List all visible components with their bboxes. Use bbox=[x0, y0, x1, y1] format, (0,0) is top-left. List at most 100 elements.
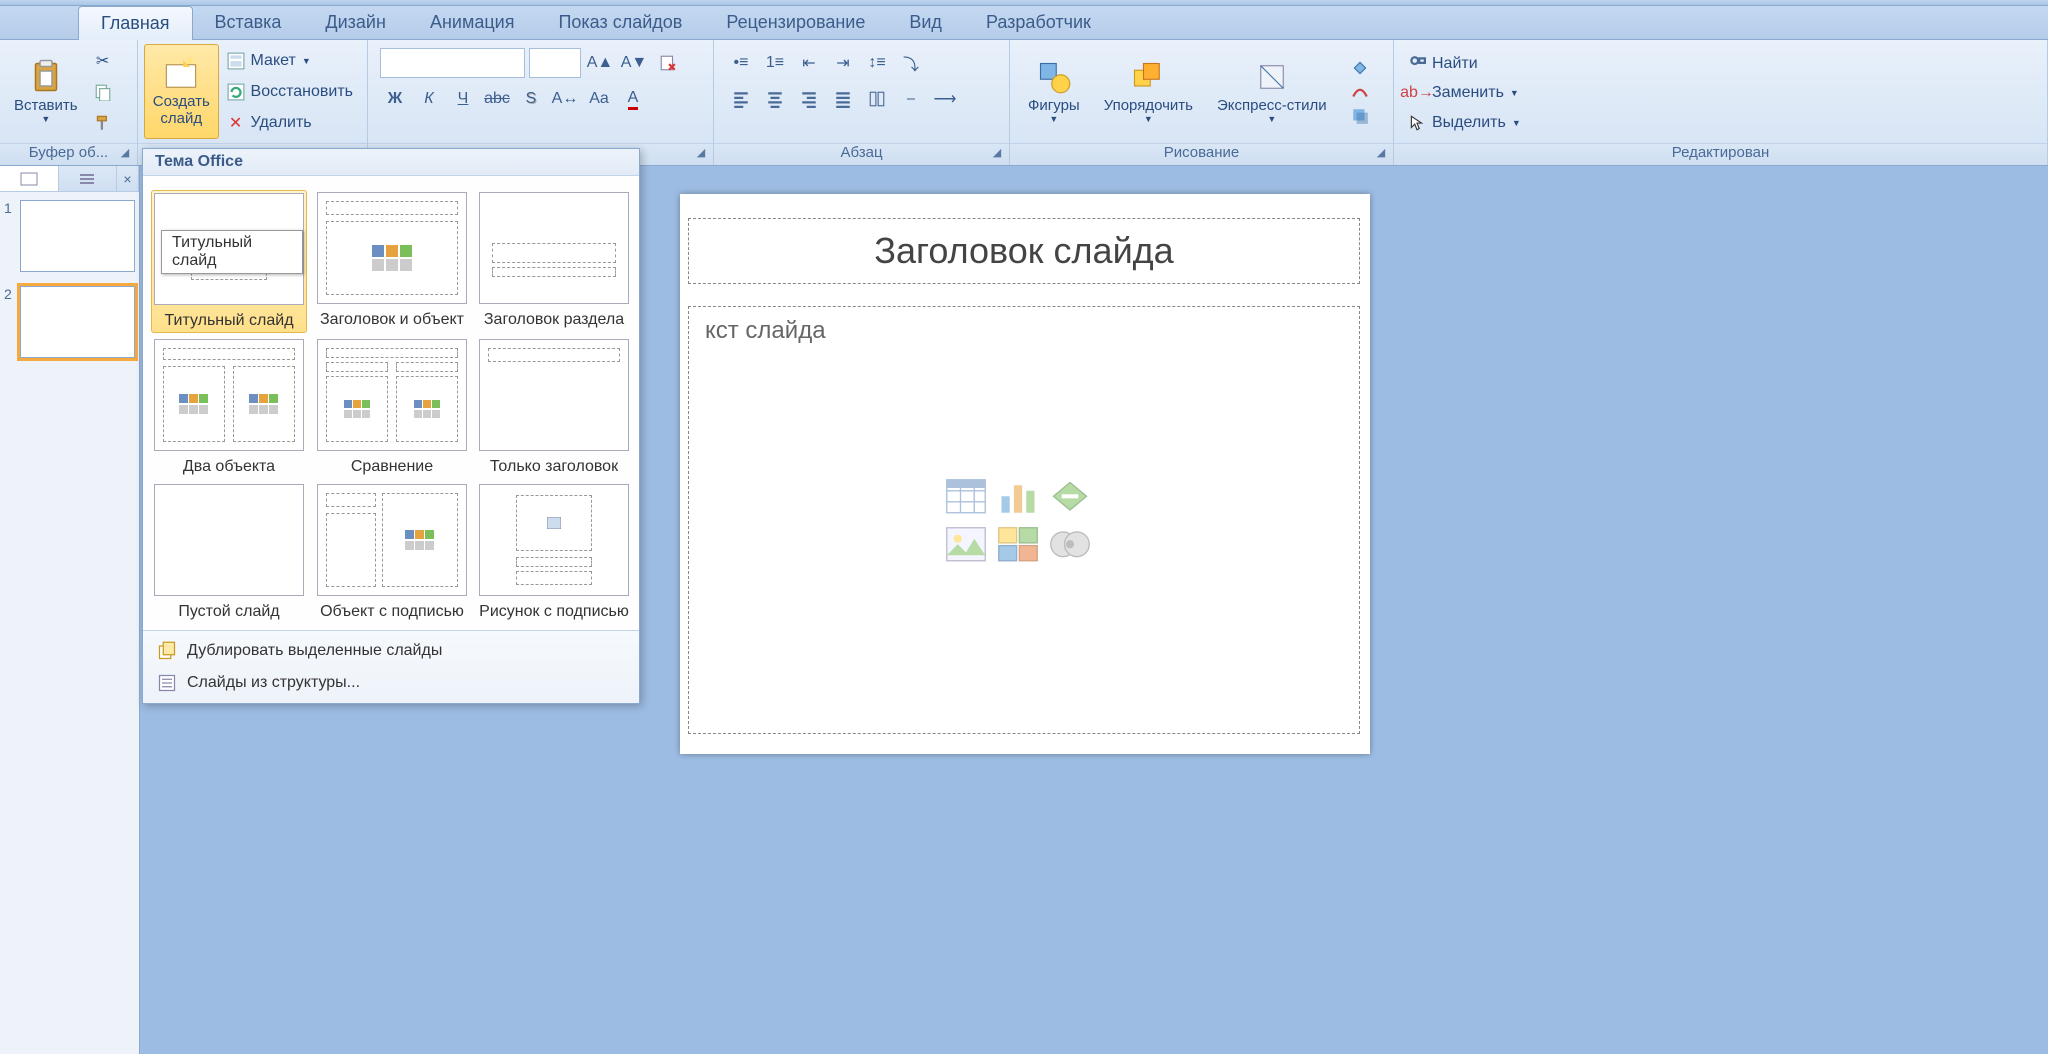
align-center-button[interactable] bbox=[760, 84, 790, 114]
underline-button[interactable]: Ч bbox=[448, 84, 478, 114]
shape-effects-icon bbox=[1351, 107, 1369, 125]
insert-clipart-icon[interactable] bbox=[996, 524, 1040, 564]
clear-format-button[interactable] bbox=[653, 48, 683, 78]
drawing-launcher[interactable]: ◢ bbox=[1373, 146, 1389, 162]
new-slide-label: Создать слайд bbox=[153, 94, 210, 127]
insert-chart-icon[interactable] bbox=[996, 476, 1040, 516]
group-editing: Найти ab→Заменить ▼ Выделить ▼ Редактиро… bbox=[1394, 40, 2048, 165]
tab-design[interactable]: Дизайн bbox=[303, 6, 408, 39]
text-direction-button[interactable]: ⤵ bbox=[896, 48, 926, 78]
paragraph-group-label: Абзац◢ bbox=[714, 143, 1009, 165]
cut-button[interactable]: ✂ bbox=[90, 50, 116, 72]
tab-home[interactable]: Главная bbox=[78, 6, 193, 40]
title-text: Заголовок слайда bbox=[874, 230, 1173, 272]
shape-outline-button[interactable] bbox=[1347, 81, 1373, 103]
tab-developer[interactable]: Разработчик bbox=[964, 6, 1113, 39]
columns-button[interactable] bbox=[862, 84, 892, 114]
slide-thumb-1[interactable]: 1 bbox=[4, 200, 135, 272]
tab-view[interactable]: Вид bbox=[887, 6, 964, 39]
group-drawing: Фигуры▼ Упорядочить▼ Экспресс-стили▼ Рис… bbox=[1010, 40, 1394, 165]
bullets-button[interactable]: •≡ bbox=[726, 48, 756, 78]
grow-font-button[interactable]: A▲ bbox=[585, 48, 615, 78]
layout-title-only[interactable]: Только заголовок bbox=[477, 337, 631, 478]
bold-button[interactable]: Ж bbox=[380, 84, 410, 114]
panel-tab-outline[interactable] bbox=[59, 166, 118, 191]
delete-slide-button[interactable]: ✕Удалить bbox=[223, 112, 357, 134]
delete-icon: ✕ bbox=[227, 114, 245, 132]
shrink-font-button[interactable]: A▼ bbox=[619, 48, 649, 78]
paste-button[interactable]: Вставить ▼ bbox=[6, 44, 86, 139]
layout-content-caption[interactable]: Объект с подписью bbox=[315, 482, 469, 623]
select-button[interactable]: Выделить ▼ bbox=[1404, 112, 1525, 134]
slides-from-outline-menuitem[interactable]: Слайды из структуры... bbox=[143, 667, 639, 699]
format-painter-button[interactable] bbox=[90, 112, 116, 134]
shape-effects-button[interactable] bbox=[1347, 105, 1373, 127]
layout-button[interactable]: Макет ▼ bbox=[223, 50, 357, 72]
quickstyles-icon bbox=[1254, 59, 1290, 95]
body-placeholder[interactable]: кст слайда bbox=[688, 306, 1360, 734]
clipboard-launcher[interactable]: ◢ bbox=[117, 146, 133, 162]
insert-picture-icon[interactable] bbox=[944, 524, 988, 564]
replace-button[interactable]: ab→Заменить ▼ bbox=[1404, 82, 1525, 104]
text-direction-icon: ⤵ bbox=[903, 51, 919, 75]
slide-thumb-2[interactable]: 2 bbox=[4, 286, 135, 358]
align-justify-button[interactable] bbox=[828, 84, 858, 114]
decrease-indent-icon: ⇤ bbox=[802, 53, 815, 73]
title-placeholder[interactable]: Заголовок слайда bbox=[688, 218, 1360, 284]
smartart-icon: ⟶ bbox=[934, 89, 957, 109]
align-right-button[interactable] bbox=[794, 84, 824, 114]
layout-picture-caption[interactable]: Рисунок с подписью bbox=[477, 482, 631, 623]
layout-tooltip: Титульный слайд bbox=[161, 230, 303, 274]
reset-button[interactable]: Восстановить bbox=[223, 81, 357, 103]
layout-two-content[interactable]: Два объекта bbox=[151, 337, 307, 478]
numbering-button[interactable]: 1≡ bbox=[760, 48, 790, 78]
layout-label-4: Сравнение bbox=[351, 457, 433, 476]
shadow-button[interactable]: S bbox=[516, 84, 546, 114]
char-spacing-button[interactable]: A↔ bbox=[550, 84, 580, 114]
layout-title-slide[interactable]: Титульный слайд Титульный слайд bbox=[151, 190, 307, 333]
align-left-button[interactable] bbox=[726, 84, 756, 114]
tab-review[interactable]: Рецензирование bbox=[704, 6, 887, 39]
duplicate-slides-menuitem[interactable]: Дублировать выделенные слайды bbox=[143, 635, 639, 667]
line-spacing-button[interactable]: ↕≡ bbox=[862, 48, 892, 78]
panel-tab-slides[interactable] bbox=[0, 166, 59, 191]
italic-button[interactable]: К bbox=[414, 84, 444, 114]
paragraph-launcher[interactable]: ◢ bbox=[989, 146, 1005, 162]
decrease-indent-button[interactable]: ⇤ bbox=[794, 48, 824, 78]
new-slide-icon bbox=[163, 56, 199, 92]
layout-comparison[interactable]: Сравнение bbox=[315, 337, 469, 478]
tab-slideshow[interactable]: Показ слайдов bbox=[536, 6, 704, 39]
arrange-button[interactable]: Упорядочить▼ bbox=[1096, 55, 1201, 128]
layout-title-content[interactable]: Заголовок и объект bbox=[315, 190, 469, 333]
tab-animation[interactable]: Анимация bbox=[408, 6, 537, 39]
shape-fill-button[interactable] bbox=[1347, 57, 1373, 79]
layout-section-header[interactable]: Заголовок раздела bbox=[477, 190, 631, 333]
panel-close[interactable]: × bbox=[117, 166, 139, 191]
layout-label-2: Заголовок раздела bbox=[484, 310, 624, 329]
drawing-group-label: Рисование◢ bbox=[1010, 143, 1393, 165]
gallery-footer: Дублировать выделенные слайды Слайды из … bbox=[143, 630, 639, 703]
align-text-button[interactable]: ⎯ bbox=[896, 84, 926, 114]
font-launcher[interactable]: ◢ bbox=[693, 146, 709, 162]
insert-smartart-icon[interactable] bbox=[1048, 476, 1092, 516]
shrink-font-icon: A▼ bbox=[621, 54, 648, 72]
tab-insert[interactable]: Вставка bbox=[193, 6, 304, 39]
font-name-combo[interactable] bbox=[380, 48, 525, 78]
font-size-combo[interactable] bbox=[529, 48, 581, 78]
strike-button[interactable]: abc bbox=[482, 84, 512, 114]
new-slide-button[interactable]: Создать слайд bbox=[144, 44, 219, 139]
insert-media-icon[interactable] bbox=[1048, 524, 1092, 564]
numbering-icon: 1≡ bbox=[766, 54, 784, 72]
copy-button[interactable] bbox=[90, 81, 116, 103]
find-button[interactable]: Найти bbox=[1404, 53, 1525, 75]
quickstyles-button[interactable]: Экспресс-стили▼ bbox=[1209, 55, 1335, 128]
smartart-button[interactable]: ⟶ bbox=[930, 84, 960, 114]
layout-blank[interactable]: Пустой слайд bbox=[151, 482, 307, 623]
increase-indent-button[interactable]: ⇥ bbox=[828, 48, 858, 78]
insert-table-icon[interactable] bbox=[944, 476, 988, 516]
shapes-button[interactable]: Фигуры▼ bbox=[1020, 55, 1088, 128]
font-color-button[interactable]: A bbox=[618, 84, 648, 114]
align-text-icon: ⎯ bbox=[907, 90, 915, 108]
change-case-button[interactable]: Aa bbox=[584, 84, 614, 114]
outline-tab-icon bbox=[78, 172, 96, 186]
